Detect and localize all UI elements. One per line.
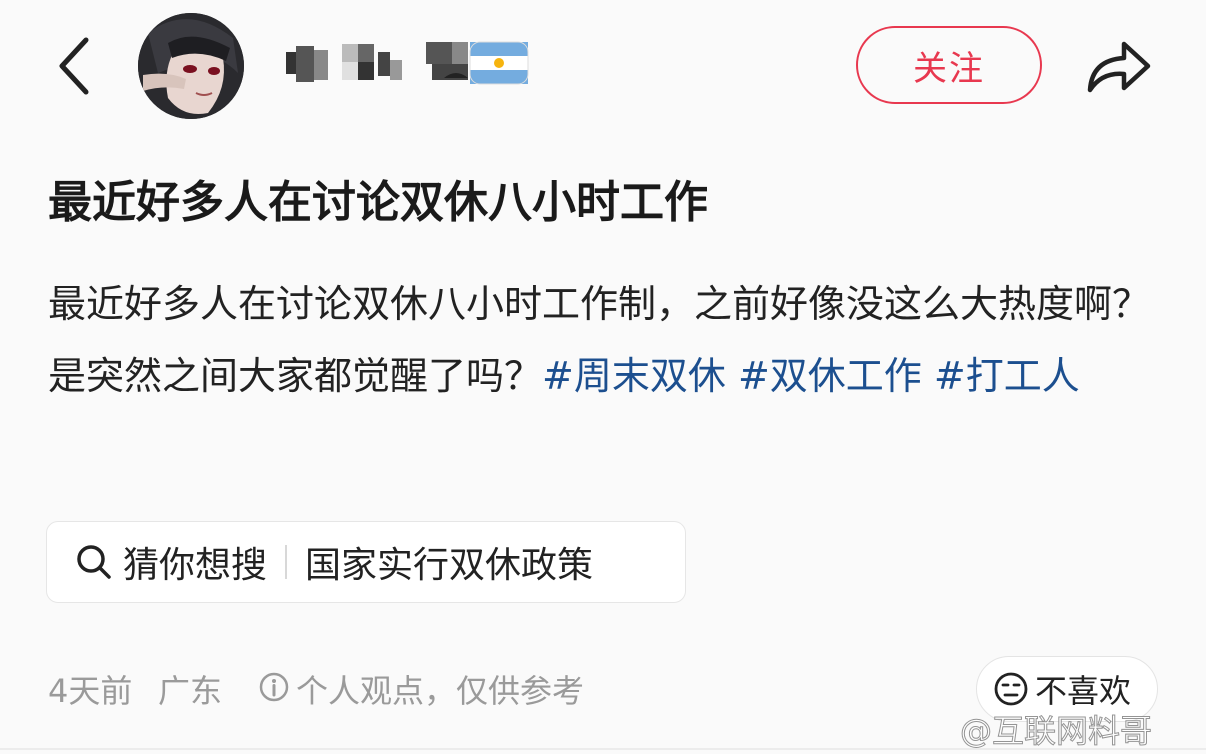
- back-button[interactable]: [52, 34, 100, 98]
- opinion-disclaimer: 个人观点，仅供参考: [296, 672, 585, 710]
- post-time: 4天前: [48, 672, 133, 710]
- post-title: 最近好多人在讨论双休八小时工作: [48, 177, 708, 228]
- user-badge: [424, 38, 532, 90]
- avatar[interactable]: [138, 13, 244, 119]
- search-suggestion-label: 猜你想搜: [123, 545, 268, 586]
- unhappy-face-icon: [994, 672, 1028, 706]
- follow-button[interactable]: 关注: [856, 26, 1042, 104]
- post-location: 广东: [158, 672, 223, 710]
- username-blurred[interactable]: [282, 38, 412, 90]
- hashtag-link[interactable]: #双休工作: [738, 354, 922, 398]
- hashtag-link[interactable]: #周末双休: [542, 354, 726, 398]
- info-icon: [259, 672, 289, 702]
- hashtag-link[interactable]: #打工人: [934, 354, 1080, 398]
- bottom-divider: [0, 748, 1206, 750]
- search-suggestion-query[interactable]: 国家实行双休政策: [305, 536, 593, 588]
- search-divider: [285, 545, 288, 579]
- post-body: 最近好多人在讨论双休八小时工作制，之前好像没这么大热度啊？是突然之间大家都觉醒了…: [48, 268, 1158, 412]
- post-detail-page: 关注 最近好多人在讨论双休八小时工作 最近好多人在讨论双休八小时工作制，之前好像…: [0, 0, 1206, 754]
- share-arrow-icon: [1087, 41, 1151, 93]
- search-icon: [77, 545, 111, 579]
- chevron-left-icon: [59, 37, 89, 95]
- argentina-flag-badge-icon: [426, 41, 529, 85]
- search-suggestion-box[interactable]: 猜你想搜 国家实行双休政策: [46, 521, 686, 603]
- anime-character-avatar-icon: [138, 13, 244, 119]
- share-button[interactable]: [1084, 34, 1154, 98]
- blurred-name-mosaic: [286, 44, 402, 82]
- watermark: @互联网料哥: [959, 712, 1153, 751]
